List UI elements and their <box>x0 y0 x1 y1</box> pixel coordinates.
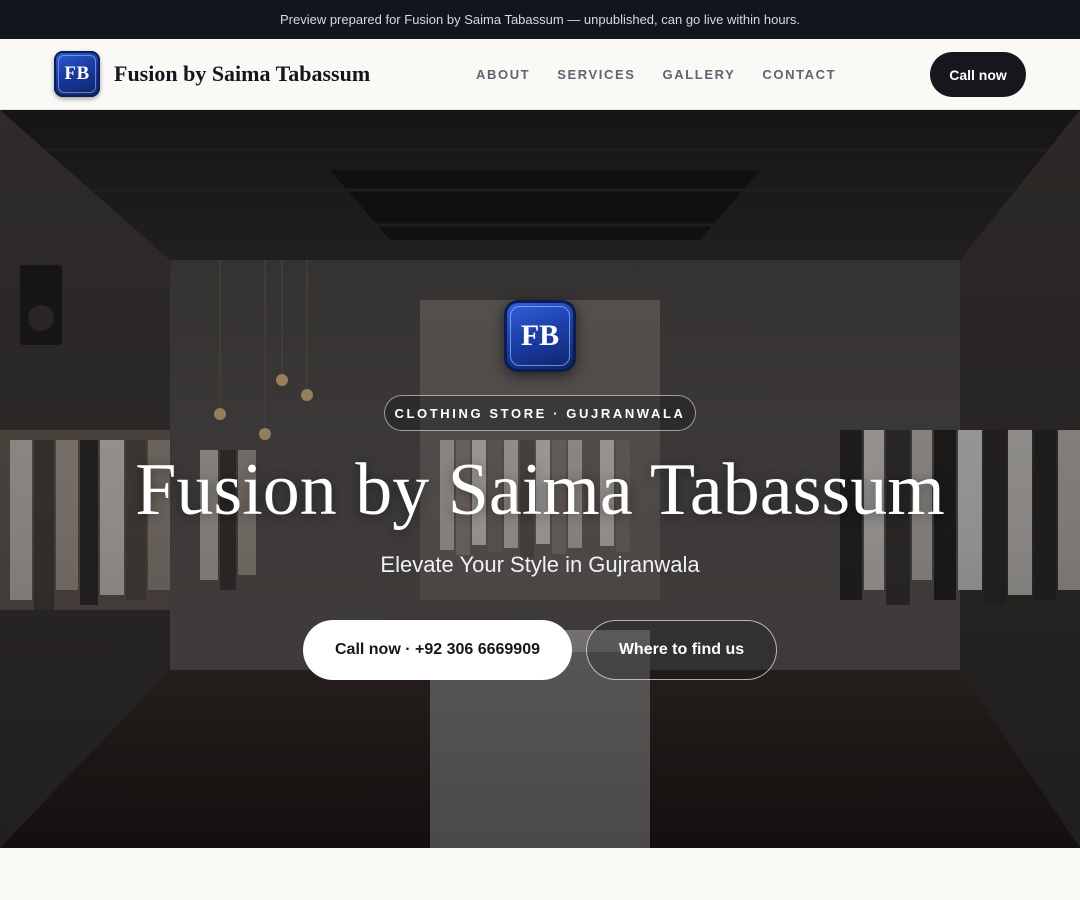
hero-section: FB CLOTHING STORE · GUJRANWALA Fusion by… <box>0 110 1080 848</box>
next-section <box>0 848 1080 900</box>
hero-find-us-button[interactable]: Where to find us <box>586 620 777 680</box>
hero-subtitle: Elevate Your Style in Gujranwala <box>380 552 700 577</box>
site-header: FB Fusion by Saima Tabassum ABOUT SERVIC… <box>0 39 1080 110</box>
brand-name: Fusion by Saima Tabassum <box>114 61 371 86</box>
preview-banner: Preview prepared for Fusion by Saima Tab… <box>0 0 1080 39</box>
hero-logo-monogram: FB <box>510 306 570 366</box>
brand-home-link[interactable]: FB Fusion by Saima Tabassum <box>54 51 370 97</box>
hero-content: FB CLOTHING STORE · GUJRANWALA Fusion by… <box>0 110 1080 848</box>
nav-contact[interactable]: CONTACT <box>762 67 836 82</box>
header-call-now-button[interactable]: Call now <box>930 52 1026 97</box>
hero-title: Fusion by Saima Tabassum <box>135 449 945 531</box>
hero-logo: FB <box>504 300 576 372</box>
brand-logo: FB <box>54 51 100 97</box>
hero-call-now-button[interactable]: Call now · +92 306 6669909 <box>303 620 572 680</box>
nav-gallery[interactable]: GALLERY <box>663 67 736 82</box>
brand-logo-monogram: FB <box>58 55 96 93</box>
nav-about[interactable]: ABOUT <box>476 67 530 82</box>
hero-tagline-pill: CLOTHING STORE · GUJRANWALA <box>384 395 696 431</box>
nav-services[interactable]: SERVICES <box>557 67 635 82</box>
preview-banner-text: Preview prepared for Fusion by Saima Tab… <box>279 12 801 27</box>
main-nav: ABOUT SERVICES GALLERY CONTACT <box>476 39 836 110</box>
